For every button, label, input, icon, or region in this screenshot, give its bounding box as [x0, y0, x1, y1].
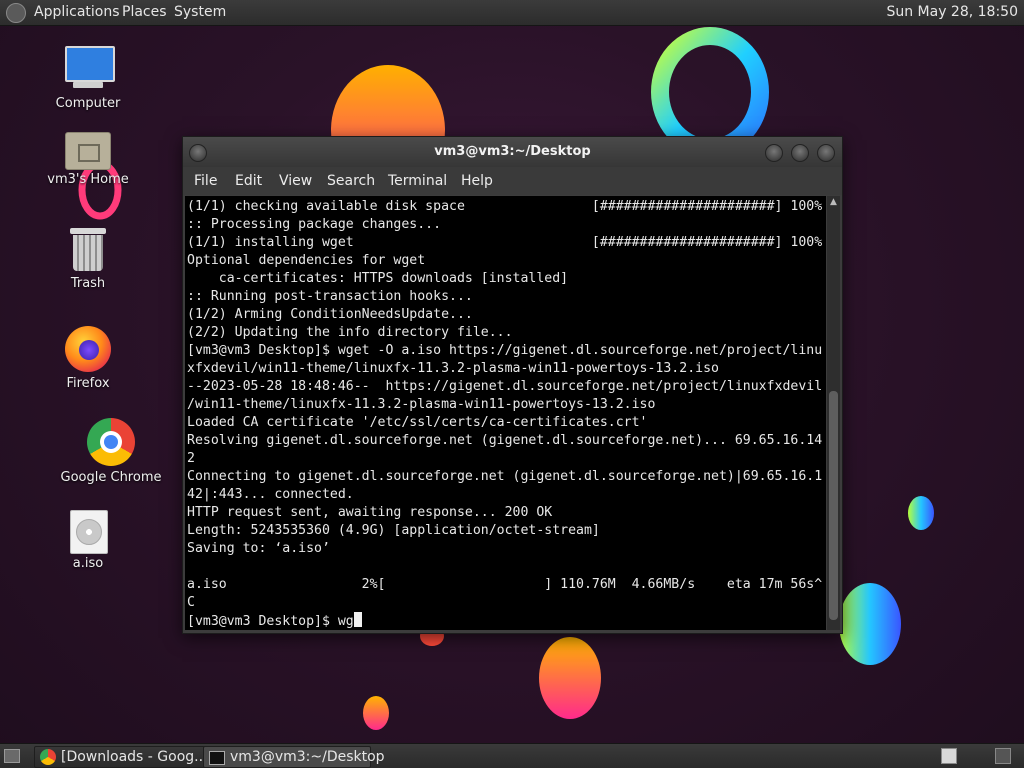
taskbar-item-chrome[interactable]: [Downloads - Goog... [34, 746, 228, 768]
desktop-icon-computer[interactable]: Computer [38, 46, 138, 111]
desktop-icon-home[interactable]: vm3's Home [38, 128, 138, 187]
computer-icon [63, 46, 115, 92]
terminal-window[interactable]: vm3@vm3:~/Desktop File Edit View Search … [182, 136, 843, 634]
desktop-icon-firefox[interactable]: Firefox [38, 326, 138, 391]
desktop-icon-trash[interactable]: Trash [38, 228, 138, 291]
menu-edit[interactable]: Edit [235, 173, 262, 189]
window-menu-button[interactable] [189, 144, 207, 162]
menu-system[interactable]: System [174, 4, 226, 20]
desktop-icon-label: Firefox [66, 376, 110, 391]
distro-logo-icon[interactable] [6, 3, 26, 23]
desktop-icon-a-iso[interactable]: a.iso [38, 510, 138, 571]
desktop-icon-label: vm3's Home [47, 172, 129, 187]
scrollbar-thumb[interactable] [829, 391, 838, 620]
desktop-icon-label: Google Chrome [60, 470, 162, 485]
menu-terminal[interactable]: Terminal [388, 173, 447, 189]
desktop-icon-label: Computer [55, 96, 121, 111]
menu-applications[interactable]: Applications [34, 4, 120, 20]
terminal-titlebar[interactable]: vm3@vm3:~/Desktop [183, 137, 842, 167]
firefox-icon [65, 326, 111, 372]
workspace-switcher-icon[interactable] [995, 748, 1011, 764]
text-cursor [353, 612, 362, 627]
clock[interactable]: Sun May 28, 18:50 [886, 4, 1018, 20]
bottom-panel: [Downloads - Goog... vm3@vm3:~/Desktop [0, 743, 1024, 768]
menu-places[interactable]: Places [122, 4, 167, 20]
scroll-up-arrow-icon[interactable]: ▲ [827, 196, 840, 208]
desktop-icon-label: a.iso [72, 556, 104, 571]
desktop-icon-chrome[interactable]: Google Chrome [60, 418, 162, 485]
show-desktop-icon[interactable] [4, 749, 20, 763]
disc-image-icon [70, 510, 108, 554]
taskbar-item-terminal[interactable]: vm3@vm3:~/Desktop [203, 746, 385, 768]
menu-search[interactable]: Search [327, 173, 375, 189]
menu-view[interactable]: View [279, 173, 312, 189]
terminal-output: (1/1) checking available disk space [###… [187, 199, 823, 629]
trash-icon [70, 228, 106, 272]
maximize-button[interactable] [791, 144, 809, 162]
terminal-menubar: File Edit View Search Terminal Help [183, 167, 842, 195]
chrome-icon [40, 749, 56, 765]
terminal-output-area[interactable]: (1/1) checking available disk space [###… [185, 196, 826, 630]
minimize-button[interactable] [765, 144, 783, 162]
desktop-icon-label: Trash [70, 276, 106, 291]
top-panel: Applications Places System Sun May 28, 1… [0, 0, 1024, 26]
close-button[interactable] [817, 144, 835, 162]
menu-file[interactable]: File [194, 173, 217, 189]
home-folder-icon [65, 128, 111, 170]
desktop[interactable]: Applications Places System Sun May 28, 1… [0, 0, 1024, 768]
taskbar-item-label: vm3@vm3:~/Desktop [230, 749, 385, 765]
menu-help[interactable]: Help [461, 173, 493, 189]
window-title: vm3@vm3:~/Desktop [434, 144, 591, 159]
terminal-scrollbar[interactable]: ▲ [827, 196, 840, 630]
chrome-icon [87, 418, 135, 466]
workspace-switcher-icon[interactable] [941, 748, 957, 764]
taskbar-item-label: [Downloads - Goog... [61, 749, 208, 765]
terminal-icon [209, 751, 225, 765]
